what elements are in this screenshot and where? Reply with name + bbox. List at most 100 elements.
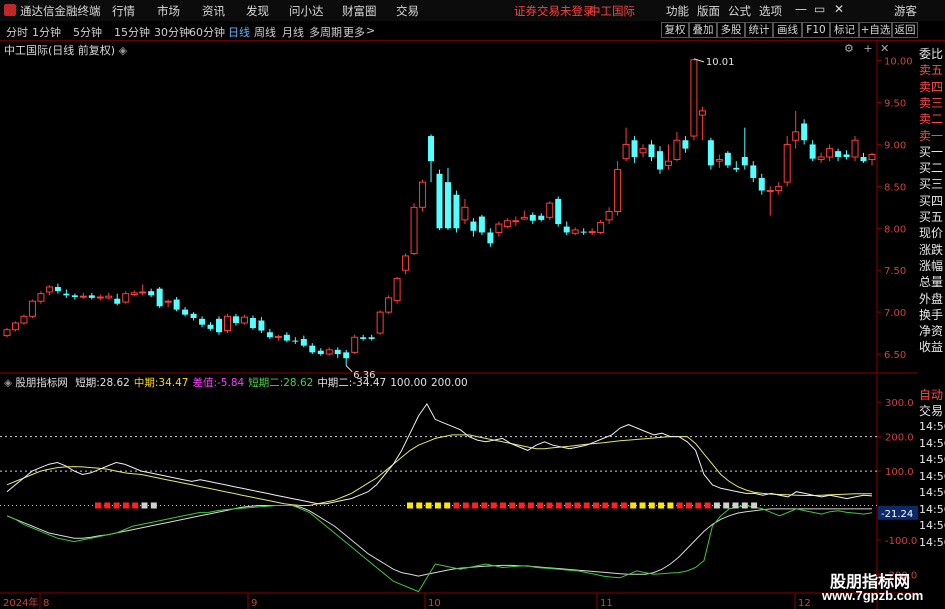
signal-dot bbox=[648, 502, 655, 509]
trade-button[interactable]: 交易 bbox=[919, 402, 943, 419]
indicator-name[interactable]: 股朋指标网 bbox=[15, 377, 68, 389]
signal-dot bbox=[676, 502, 683, 509]
candle-body bbox=[741, 157, 748, 166]
signal-dot bbox=[537, 502, 544, 509]
period-tab-daily[interactable]: 日线 bbox=[228, 24, 250, 40]
guest-label[interactable]: 游客 bbox=[894, 3, 917, 19]
candle-body bbox=[512, 220, 520, 223]
f10-button[interactable]: F10 bbox=[802, 22, 830, 38]
panel-settings-icon[interactable]: ◈ bbox=[119, 44, 127, 57]
signal-dot bbox=[416, 502, 423, 509]
login-notice[interactable]: 证券交易未登录 bbox=[514, 3, 595, 19]
period-tab-5min[interactable]: 5分钟 bbox=[73, 24, 102, 40]
auto-button[interactable]: 自动 bbox=[919, 386, 943, 403]
menu-item-function[interactable]: 功能 bbox=[666, 3, 689, 19]
signal-dot bbox=[113, 502, 120, 509]
menu-item-layout[interactable]: 版面 bbox=[697, 3, 720, 19]
menu-item-trade[interactable]: 交易 bbox=[396, 3, 419, 19]
tick-time: 14:56 bbox=[919, 436, 945, 450]
quote-field-label: 买五 bbox=[919, 210, 944, 224]
overlay-button[interactable]: 叠加 bbox=[689, 22, 717, 38]
candle-body bbox=[555, 198, 562, 225]
candle-body bbox=[529, 214, 536, 221]
period-tab-1min[interactable]: 1分钟 bbox=[32, 24, 61, 40]
mark-button[interactable]: 标记 bbox=[830, 22, 859, 38]
period-tab-multi[interactable]: 多周期 bbox=[309, 24, 342, 40]
adjust-button[interactable]: 复权 bbox=[661, 22, 689, 38]
indicator-tick-label: -100.0 bbox=[885, 536, 917, 547]
price-tick-label: 7.00 bbox=[884, 308, 906, 319]
candle-body bbox=[216, 318, 223, 333]
menu-item-options[interactable]: 选项 bbox=[759, 3, 782, 19]
menu-item-discover[interactable]: 发现 bbox=[246, 3, 269, 19]
quote-field-label: 卖二 bbox=[919, 112, 944, 127]
period-tab-15min[interactable]: 15分钟 bbox=[114, 24, 150, 40]
price-panel-title-text: 中工国际(日线 前复权) bbox=[4, 44, 116, 57]
signal-dot bbox=[122, 502, 129, 509]
menu-item-news[interactable]: 资讯 bbox=[202, 3, 225, 19]
signal-dot bbox=[620, 502, 627, 509]
signal-dot bbox=[518, 502, 525, 509]
signal-dot bbox=[462, 502, 469, 509]
signal-dot bbox=[602, 502, 609, 509]
candle-body bbox=[673, 139, 681, 161]
signal-dot bbox=[658, 502, 665, 509]
menu-bar: 通达信金融终端 行情 市场 资讯 发现 问小达 财富圈 交易 证券交易未登录 中… bbox=[0, 0, 945, 22]
multi-stock-button[interactable]: 多股 bbox=[717, 22, 745, 38]
candle-body bbox=[580, 231, 587, 233]
add-panel-icon[interactable]: + bbox=[863, 42, 872, 55]
draw-line-button[interactable]: 画线 bbox=[773, 22, 802, 38]
menu-item-quotes[interactable]: 行情 bbox=[112, 3, 135, 19]
period-tab-30min[interactable]: 30分钟 bbox=[154, 24, 190, 40]
menu-item-formula[interactable]: 公式 bbox=[728, 3, 751, 19]
candle-body bbox=[402, 255, 410, 271]
high-price-label: 10.01 bbox=[706, 57, 735, 68]
period-tab-monthly[interactable]: 月线 bbox=[282, 24, 304, 40]
quote-field-label: 卖一 bbox=[919, 128, 944, 143]
price-tick-label: 9.00 bbox=[884, 140, 906, 151]
menu-item-ask[interactable]: 问小达 bbox=[289, 3, 324, 19]
indicator-param: 短期:28.62 bbox=[75, 377, 130, 389]
period-tab-weekly[interactable]: 周线 bbox=[254, 24, 276, 40]
indicator-panel-title: ◈ 股朋指标网 短期:28.62 中期:34.47 差值:-5.84 短期二:28.6… bbox=[4, 375, 468, 390]
candle-body bbox=[11, 322, 19, 331]
candle-body bbox=[393, 278, 401, 301]
candle-body bbox=[71, 295, 78, 298]
current-value-label: -21.24 bbox=[881, 509, 913, 520]
close-panel-icon[interactable]: ✕ bbox=[880, 42, 889, 55]
signal-dot bbox=[695, 502, 702, 509]
candle-body bbox=[96, 296, 104, 299]
candle-body bbox=[114, 298, 121, 304]
candle-body bbox=[148, 291, 155, 296]
period-tab-60min[interactable]: 60分钟 bbox=[189, 24, 225, 40]
statistics-button[interactable]: 统计 bbox=[745, 22, 773, 38]
quote-field-label: 卖四 bbox=[919, 79, 944, 94]
date-label: 8 bbox=[43, 598, 49, 609]
minimize-icon[interactable]: — bbox=[795, 2, 807, 16]
price-tick-label: 7.50 bbox=[884, 266, 906, 277]
signal-dot bbox=[593, 502, 599, 509]
period-tab-more[interactable]: 更多 bbox=[343, 24, 365, 40]
candle-body bbox=[605, 211, 613, 221]
candle-body bbox=[461, 206, 469, 221]
signal-dot bbox=[434, 502, 441, 509]
close-icon[interactable]: ✕ bbox=[834, 2, 844, 16]
indicator-settings-icon[interactable]: ◈ bbox=[4, 377, 12, 389]
restore-icon[interactable]: ▭ bbox=[814, 2, 825, 16]
add-watchlist-button[interactable]: +自选 bbox=[859, 22, 892, 38]
back-button[interactable]: 返回 bbox=[892, 22, 918, 38]
candle-body bbox=[274, 335, 282, 338]
menu-item-wealth[interactable]: 财富圈 bbox=[342, 3, 377, 19]
kline-chart[interactable]: 10.009.509.008.508.007.507.006.5010.016.… bbox=[0, 40, 918, 609]
period-tab-timeshare[interactable]: 分时 bbox=[6, 24, 28, 40]
signal-dot bbox=[481, 502, 488, 509]
chevron-right-icon[interactable]: > bbox=[366, 24, 375, 37]
signal-dot bbox=[723, 502, 730, 509]
signal-dot bbox=[141, 502, 148, 509]
candle-body bbox=[698, 110, 706, 116]
candle-body bbox=[436, 173, 443, 229]
signal-dot bbox=[686, 502, 692, 509]
menu-item-market[interactable]: 市场 bbox=[157, 3, 180, 19]
gear-icon[interactable]: ⚙ bbox=[844, 42, 854, 55]
tick-time: 14:56 bbox=[919, 502, 945, 516]
